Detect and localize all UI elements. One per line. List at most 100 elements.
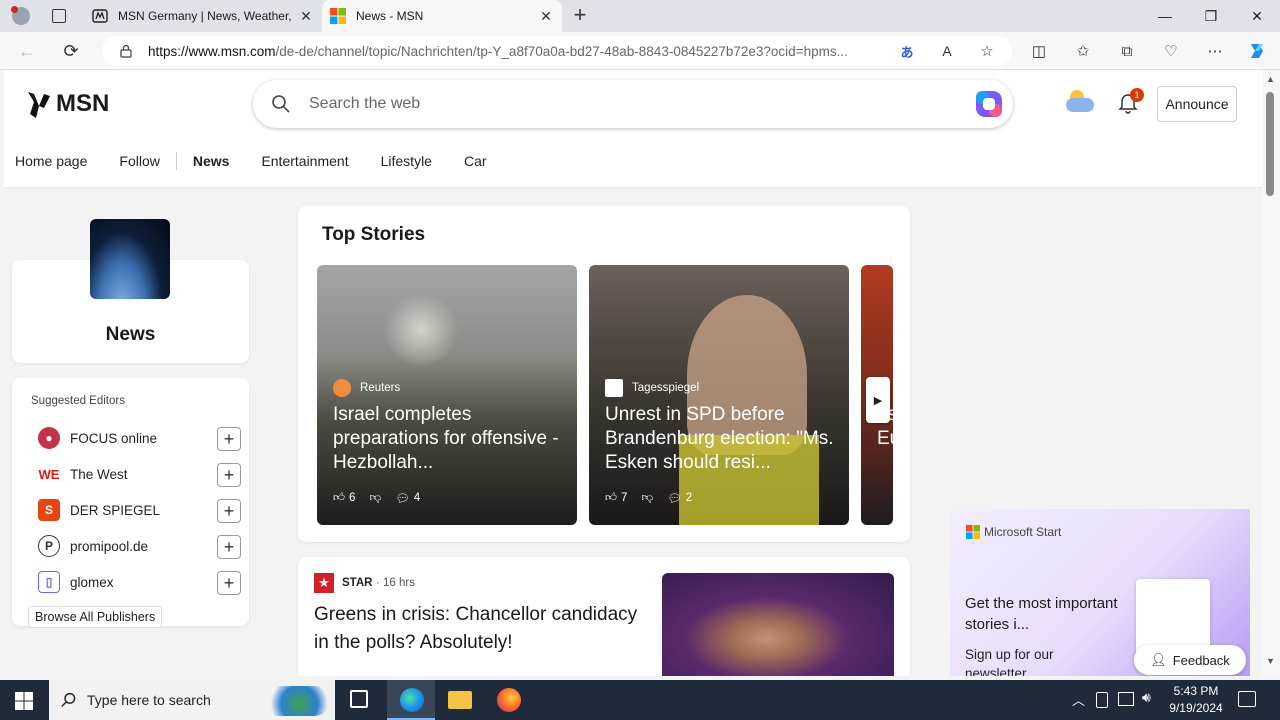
split-screen-icon[interactable]: ◫ bbox=[1028, 40, 1050, 62]
firefox-icon[interactable] bbox=[497, 688, 521, 712]
comment-icon[interactable]: 💬︎ bbox=[395, 491, 410, 505]
editor-the-west[interactable]: WE The West bbox=[38, 463, 128, 485]
dislike-icon[interactable]: 👎︎ bbox=[369, 491, 381, 505]
file-explorer-icon[interactable] bbox=[448, 691, 472, 709]
follow-promipool-button[interactable]: + bbox=[217, 535, 241, 559]
editor-label: glomex bbox=[70, 574, 114, 590]
editor-promipool[interactable]: P promipool.de bbox=[38, 535, 148, 557]
show-hidden-icons[interactable]: ︿ bbox=[1072, 690, 1085, 709]
msn-butterfly-icon bbox=[28, 92, 50, 118]
clock-time[interactable]: 5:43 PM bbox=[1166, 684, 1226, 698]
nav-divider bbox=[175, 152, 177, 170]
browse-publishers-button[interactable]: Browse All Publishers bbox=[28, 606, 163, 628]
announce-button[interactable]: Announce bbox=[1157, 86, 1237, 122]
favorite-star-icon[interactable]: ☆ bbox=[976, 40, 998, 62]
follow-spiegel-button[interactable]: + bbox=[217, 499, 241, 523]
carousel-next-button[interactable]: ▶ bbox=[866, 377, 890, 423]
copilot-search-icon[interactable] bbox=[973, 88, 1005, 120]
suggested-editors-card: Suggested Editors ● FOCUS online + WE Th… bbox=[12, 378, 249, 628]
tab-title: News - MSN bbox=[356, 9, 424, 23]
page-scrollbar[interactable]: ▲ ▼ bbox=[1262, 70, 1280, 676]
taskbar-search[interactable]: Type here to search bbox=[49, 680, 335, 720]
the-west-logo-icon: WE bbox=[38, 466, 60, 482]
collections-icon[interactable]: ⧉ bbox=[1116, 40, 1138, 62]
tab-actions-icon[interactable] bbox=[52, 9, 66, 23]
task-view-icon[interactable] bbox=[350, 690, 368, 708]
tab-title: MSN Germany | News, Weather, bbox=[118, 9, 292, 23]
back-icon[interactable]: ← bbox=[14, 38, 40, 64]
article-card[interactable]: ★ STAR · 16 hrs Greens in crisis: Chance… bbox=[298, 557, 910, 676]
tab-msn-germany[interactable]: MSN Germany | News, Weather, ✕ bbox=[84, 0, 322, 32]
new-tab-icon[interactable]: + bbox=[570, 4, 590, 27]
nav-item-follow[interactable]: Follow bbox=[119, 153, 159, 169]
microsoft-favicon-icon bbox=[330, 8, 346, 24]
dislike-icon[interactable]: 👎︎ bbox=[641, 491, 653, 505]
story-card-israel[interactable]: Reuters Israel completes preparations fo… bbox=[317, 265, 577, 525]
glomex-logo-icon: ▯ bbox=[38, 571, 60, 593]
favorites-icon[interactable]: ✩ bbox=[1072, 40, 1094, 62]
taskbar-edge-app[interactable] bbox=[387, 680, 435, 720]
editor-label: The West bbox=[70, 466, 128, 482]
microsoft-start-promo[interactable]: Microsoft Start Get the most important s… bbox=[950, 509, 1250, 676]
read-aloud-icon[interactable]: A bbox=[936, 40, 958, 62]
msn-page: MSN Search the web 1 Announce Home page … bbox=[4, 70, 1262, 676]
follow-the-west-button[interactable]: + bbox=[217, 463, 241, 487]
scrollbar-thumb[interactable] bbox=[1266, 92, 1274, 196]
network-icon[interactable] bbox=[1118, 692, 1134, 706]
feedback-button[interactable]: 👤︎ Feedback bbox=[1134, 645, 1246, 675]
nav-item-home[interactable]: Home page bbox=[15, 153, 87, 169]
editor-focus-online[interactable]: ● FOCUS online bbox=[38, 427, 157, 449]
article-time: · 16 hrs bbox=[376, 577, 415, 589]
story-source: Reuters bbox=[360, 382, 401, 394]
notifications-center-icon[interactable] bbox=[1238, 691, 1256, 707]
scroll-up-arrow[interactable]: ▲ bbox=[1266, 74, 1275, 84]
follow-focus-button[interactable]: + bbox=[217, 427, 241, 451]
like-icon[interactable]: 👍︎ bbox=[333, 491, 345, 505]
web-search-box[interactable]: Search the web bbox=[253, 80, 1013, 128]
address-toolbar: ← ⟳ https://www.msn.com/de-de/channel/to… bbox=[0, 32, 1280, 70]
clock-date[interactable]: 9/19/2024 bbox=[1166, 701, 1226, 715]
tab-news-msn[interactable]: News - MSN ✕ bbox=[322, 0, 562, 32]
top-stories-heading: Top Stories bbox=[322, 224, 426, 245]
like-icon[interactable]: 👍︎ bbox=[605, 491, 617, 505]
close-tab-icon[interactable]: ✕ bbox=[298, 8, 314, 25]
channel-title: News bbox=[105, 324, 156, 345]
more-options-icon[interactable]: ⋯ bbox=[1204, 40, 1226, 62]
comment-icon[interactable]: 💬︎ bbox=[667, 491, 682, 505]
profile-icon[interactable] bbox=[11, 6, 30, 25]
scroll-down-arrow[interactable]: ▼ bbox=[1266, 656, 1275, 666]
notifications-bell-icon[interactable]: 1 bbox=[1118, 88, 1144, 114]
editor-glomex[interactable]: ▯ glomex bbox=[38, 571, 114, 593]
windows-start-icon[interactable] bbox=[15, 692, 33, 710]
microsoft-logo-icon bbox=[966, 525, 980, 539]
follow-glomex-button[interactable]: + bbox=[217, 571, 241, 595]
feedback-label: Feedback bbox=[1172, 652, 1230, 668]
translate-icon[interactable]: あ bbox=[896, 40, 918, 62]
editor-der-spiegel[interactable]: S DER SPIEGEL bbox=[38, 499, 160, 521]
taskbar-search-icon bbox=[61, 692, 76, 707]
weather-icon[interactable] bbox=[1066, 90, 1094, 114]
refresh-icon[interactable]: ⟳ bbox=[58, 38, 84, 64]
msn-logo[interactable]: MSN bbox=[26, 88, 109, 120]
nav-item-lifestyle[interactable]: Lifestyle bbox=[381, 153, 432, 169]
restore-icon[interactable]: ❐ bbox=[1188, 0, 1234, 32]
windows-taskbar: Type here to search ︿ 🔊︎ 5:43 PM 9/19/20… bbox=[0, 680, 1280, 720]
browser-essentials-icon[interactable]: ♡ bbox=[1160, 40, 1182, 62]
like-count: 6 bbox=[349, 492, 356, 504]
nav-item-entertainment[interactable]: Entertainment bbox=[261, 153, 348, 169]
battery-icon[interactable] bbox=[1096, 692, 1108, 708]
minimize-icon[interactable]: — bbox=[1142, 0, 1188, 32]
story-card-spd[interactable]: Tagesspiegel Unrest in SPD before Brande… bbox=[589, 265, 849, 525]
promo-subtitle: Sign up for our newsletter bbox=[965, 647, 1054, 676]
promipool-logo-icon: P bbox=[38, 535, 60, 557]
close-window-icon[interactable]: ✕ bbox=[1234, 0, 1280, 32]
nav-item-car[interactable]: Car bbox=[464, 153, 487, 169]
close-tab-icon[interactable]: ✕ bbox=[538, 8, 554, 25]
nav-item-news[interactable]: News bbox=[193, 153, 230, 169]
url-path: /de-de/channel/topic/Nachrichten/tp-Y_a8… bbox=[275, 43, 848, 59]
volume-icon[interactable]: 🔊︎ bbox=[1142, 689, 1151, 706]
copilot-icon[interactable] bbox=[1246, 40, 1268, 62]
star-logo-icon: ★ bbox=[314, 573, 334, 593]
notification-badge: 1 bbox=[1130, 88, 1144, 102]
address-bar[interactable]: https://www.msn.com/de-de/channel/topic/… bbox=[102, 36, 1012, 66]
